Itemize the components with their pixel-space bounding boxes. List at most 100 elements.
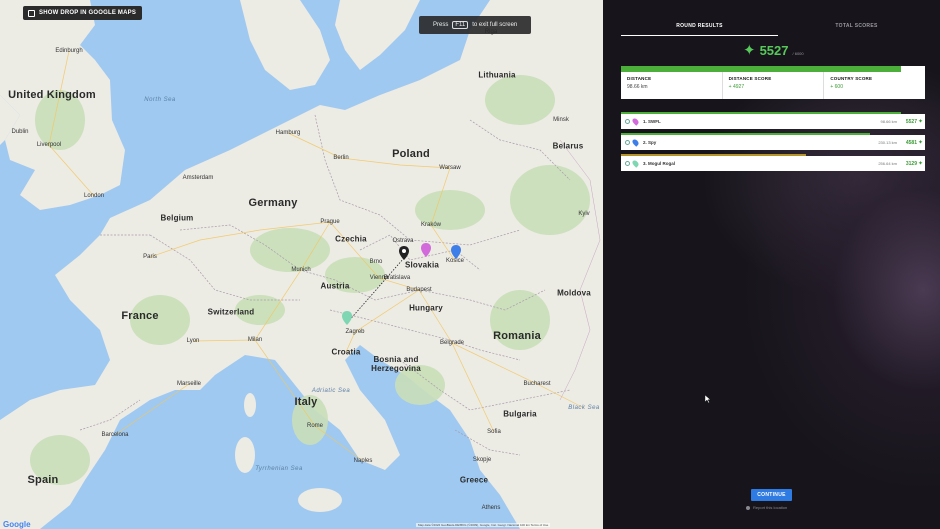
sea-label: Tyrrhenian Sea [255, 466, 303, 472]
city-label: Bucharest [523, 381, 551, 387]
mouse-cursor-icon [705, 395, 711, 403]
show-drop-label: SHOW DROP IN GOOGLE MAPS [39, 10, 137, 16]
player-name: 3. Mogul Rogal [643, 161, 675, 166]
row-progress-bar [621, 112, 901, 114]
sparkle-icon: ✦ [917, 161, 923, 167]
country-label: Belarus [552, 141, 584, 151]
distance-value: 98.66 km [627, 84, 648, 90]
flag-icon [746, 505, 750, 510]
country-label: Czechia [335, 234, 367, 244]
city-label: Liverpool [36, 142, 62, 148]
country-score-value: + 600 [830, 84, 843, 90]
eye-icon[interactable] [625, 140, 630, 145]
map-view[interactable]: United Kingdom Poland Germany Belarus Cz… [0, 0, 603, 529]
country-label: France [121, 310, 159, 322]
continue-button[interactable]: CONTINUE [751, 489, 792, 501]
city-label: Ostrava [392, 238, 414, 244]
player-name: 1. SWFL [643, 119, 661, 124]
distance-score-value: + 4927 [728, 84, 745, 90]
city-label: Milan [247, 337, 263, 343]
player-distance: 98.66 km [880, 119, 897, 124]
player-pin-icon [631, 159, 640, 168]
country-label: Germany [248, 197, 298, 209]
country-label: Spain [27, 474, 59, 486]
google-logo[interactable]: Google [3, 520, 31, 529]
city-label: Bratislava [383, 275, 411, 281]
city-label: Sofia [487, 429, 501, 435]
score-breakdown: DISTANCE 98.66 km DISTANCE SCORE + 4927 … [621, 66, 925, 99]
row-progress-bar [621, 133, 871, 135]
show-drop-google-maps-button[interactable]: SHOW DROP IN GOOGLE MAPS [23, 6, 143, 20]
sparkle-icon: ✦ [917, 140, 923, 146]
city-label: Marseille [176, 381, 202, 387]
city-label: Amsterdam [182, 175, 214, 181]
distance-label: DISTANCE [627, 76, 652, 81]
guess-3-pin[interactable] [342, 311, 352, 325]
results-panel: ROUND RESULTS TOTAL SCORES ✦ 5527 / 6000… [603, 0, 940, 529]
score-max: / 6000 [792, 51, 804, 56]
country-label: Switzerland [207, 307, 255, 317]
tab-round-results[interactable]: ROUND RESULTS [621, 16, 778, 36]
player-name: 2. Spy [643, 140, 657, 145]
city-label: Hamburg [275, 130, 301, 136]
round-score: ✦ 5527 / 6000 [743, 43, 804, 58]
city-label: Dublin [11, 129, 29, 135]
player-points: 5527 [905, 118, 917, 125]
correct-location-pin[interactable] [399, 246, 409, 260]
eye-icon[interactable] [625, 161, 630, 166]
sparkle-icon: ✦ [743, 42, 756, 59]
city-label: Edinburgh [55, 48, 83, 54]
city-label: Brno [369, 259, 383, 265]
city-label: Zagreb [345, 329, 365, 335]
external-link-icon [28, 9, 35, 17]
leaderboard: 1. SWFL 98.66 km 5527 ✦ 2. Spy 230.13 km… [621, 112, 925, 177]
city-label: Barcelona [101, 432, 129, 438]
country-label: Slovakia [404, 260, 440, 270]
eye-icon[interactable] [625, 119, 630, 124]
city-label: Kyiv [578, 211, 590, 217]
guess-1-pin[interactable] [421, 243, 431, 257]
city-label: London [83, 193, 105, 199]
country-label: Italy [294, 396, 318, 408]
city-label: Skopje [472, 457, 492, 463]
map-attribution[interactable]: Map data ©2022 GeoBasis-DE/BKG (©2009), … [416, 523, 551, 527]
tab-total-scores[interactable]: TOTAL SCORES [778, 16, 935, 36]
city-label: Warsaw [439, 165, 461, 171]
country-label: Lithuania [478, 70, 516, 80]
leaderboard-row[interactable]: 1. SWFL 98.66 km 5527 ✦ [621, 112, 925, 129]
report-location-link[interactable]: Report this location [746, 505, 787, 510]
country-score-label: COUNTRY SCORE [830, 76, 873, 81]
player-distance: 230.13 km [878, 140, 897, 145]
player-points: 3129 [905, 160, 917, 167]
country-label: Bulgaria [503, 409, 537, 419]
sea-label: Adriatic Sea [311, 388, 351, 394]
player-points: 4581 [905, 139, 917, 146]
report-label: Report this location [753, 505, 788, 510]
city-label: Naples [353, 458, 373, 464]
leaderboard-row[interactable]: 2. Spy 230.13 km 4581 ✦ [621, 133, 925, 150]
country-label: Moldova [557, 288, 591, 298]
country-label: Belgium [160, 213, 194, 223]
country-label: Austria [320, 281, 350, 291]
leaderboard-row[interactable]: 3. Mogul Rogal 256.64 km 3129 ✦ [621, 154, 925, 171]
score-progress-bar [621, 66, 901, 72]
city-label: Berlin [333, 155, 349, 161]
country-label: Hungary [409, 303, 443, 313]
city-label: Athens [481, 505, 501, 511]
player-distance: 256.64 km [878, 161, 897, 166]
city-label: Lyon [186, 338, 200, 344]
city-label: Paris [143, 254, 157, 260]
city-label: Kraków [420, 222, 442, 228]
fullscreen-hint: Press F11 to exit full screen [419, 16, 532, 34]
sea-label: Black Sea [568, 405, 600, 411]
row-progress-bar [621, 154, 807, 156]
guess-2-pin[interactable] [451, 245, 461, 259]
fullscreen-hint-prefix: Press [433, 22, 449, 28]
city-label: Budapest [406, 287, 432, 293]
city-label: Belgrade [439, 340, 465, 346]
country-label: Croatia [331, 347, 361, 357]
city-label: Minsk [553, 117, 569, 123]
country-label: Romania [493, 330, 541, 342]
country-label: Bosnia and Herzegovina [371, 355, 421, 373]
distance-score-label: DISTANCE SCORE [728, 76, 772, 81]
